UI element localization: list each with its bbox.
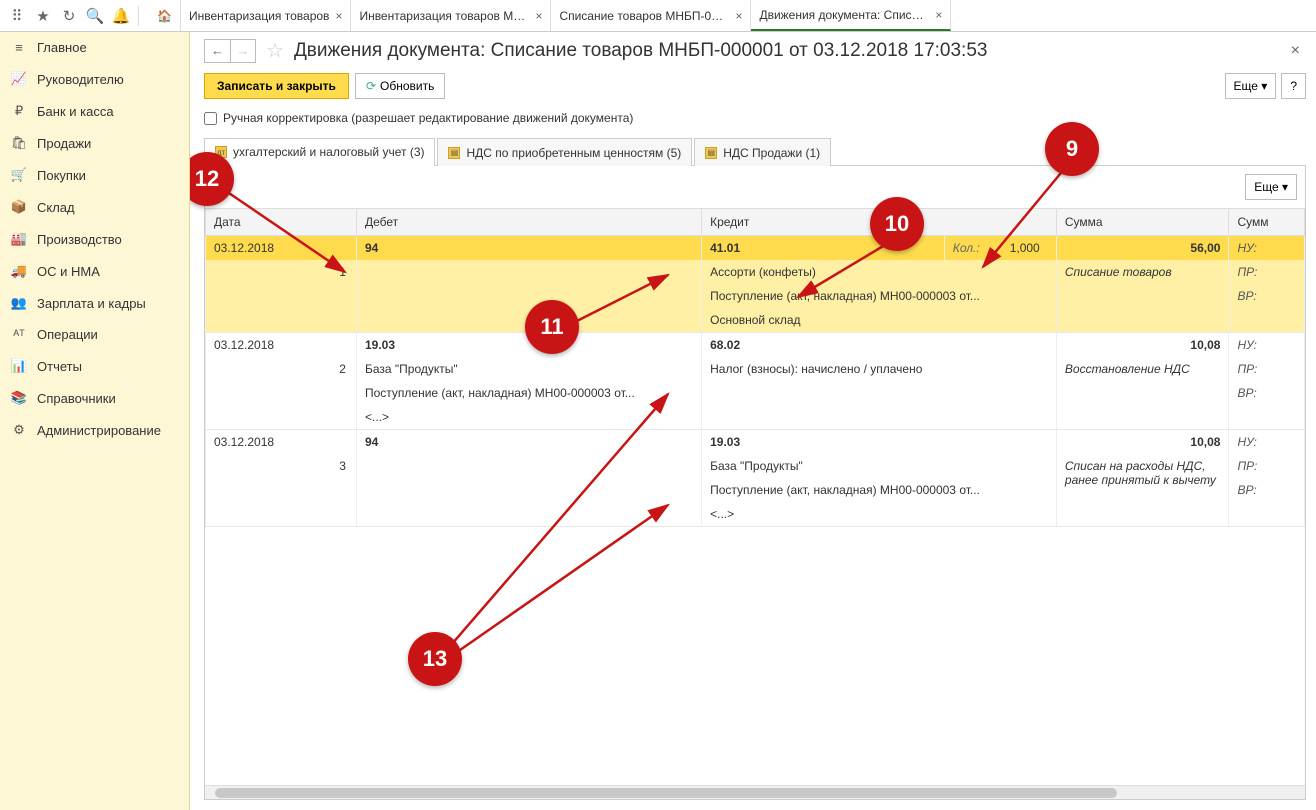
ledger-icon: дт: [215, 146, 227, 158]
sidebar-item-reports[interactable]: 📊Отчеты: [0, 350, 189, 382]
table-row[interactable]: Поступление (акт, накладная) МН00-000003…: [206, 381, 1305, 405]
sidebar-item-purchases[interactable]: 🛒Покупки: [0, 159, 189, 191]
cart-icon: 🛒: [10, 167, 28, 183]
table-more-button[interactable]: Еще ▾: [1245, 174, 1297, 200]
books-icon: 📚: [10, 390, 28, 406]
home-tab[interactable]: 🏠: [149, 0, 181, 31]
horizontal-scrollbar[interactable]: [205, 785, 1305, 799]
tab-0[interactable]: Инвентаризация товаров×: [181, 0, 351, 31]
sidebar-item-bank[interactable]: ₽Банк и касса: [0, 95, 189, 127]
bar-icon: 📊: [10, 358, 28, 374]
content-area: ← → ☆ Движения документа: Списание товар…: [190, 32, 1316, 810]
menu-icon: ≡: [10, 40, 28, 55]
manual-correction-checkbox[interactable]: [204, 112, 217, 125]
top-toolbar: ⠿ ★ ↻ 🔍 🔔 🏠 Инвентаризация товаров× Инве…: [0, 0, 1316, 32]
search-icon[interactable]: 🔍: [83, 4, 107, 28]
sidebar-item-production[interactable]: 🏭Производство: [0, 223, 189, 255]
star-icon[interactable]: ★: [31, 4, 55, 28]
bell-icon[interactable]: 🔔: [109, 4, 133, 28]
bag-icon: 🛍: [10, 135, 28, 151]
table-row[interactable]: 03.12.2018 19.03 68.02 10,08 НУ:: [206, 333, 1305, 358]
box-icon: 📦: [10, 199, 28, 215]
sidebar: ≡Главное 📈Руководителю ₽Банк и касса 🛍Пр…: [0, 32, 190, 810]
apps-icon[interactable]: ⠿: [5, 4, 29, 28]
close-icon[interactable]: ×: [935, 8, 942, 22]
table-row[interactable]: <...>: [206, 502, 1305, 527]
sidebar-item-hr[interactable]: 👥Зарплата и кадры: [0, 287, 189, 319]
grid-header-row: Дата Дебет Кредит Сумма Сумм: [206, 209, 1305, 236]
close-button[interactable]: ×: [1285, 42, 1306, 60]
tab-1[interactable]: Инвентаризация товаров МНБП-000002 о...×: [351, 0, 551, 31]
movements-grid[interactable]: Дата Дебет Кредит Сумма Сумм 03.12.2018 …: [205, 208, 1305, 785]
sidebar-item-warehouse[interactable]: 📦Склад: [0, 191, 189, 223]
ledger-icon: ᴬᵀ: [10, 327, 28, 342]
refresh-icon: ⟳: [366, 79, 376, 93]
table-row[interactable]: Поступление (акт, накладная) МН00-000003…: [206, 284, 1305, 308]
inner-tab-accounting[interactable]: дтухгалтерский и налоговый учет (3): [204, 138, 435, 166]
back-button[interactable]: ←: [204, 39, 230, 63]
sheet-icon: ▤: [448, 147, 460, 159]
refresh-button[interactable]: ⟳Обновить: [355, 73, 445, 99]
sidebar-item-assets[interactable]: 🚚ОС и НМА: [0, 255, 189, 287]
sidebar-item-admin[interactable]: ⚙Администрирование: [0, 414, 189, 446]
gear-icon: ⚙: [10, 422, 28, 438]
table-row[interactable]: 3 База "Продукты" Списан на расходы НДС,…: [206, 454, 1305, 478]
save-close-button[interactable]: Записать и закрыть: [204, 73, 349, 99]
sidebar-item-main[interactable]: ≡Главное: [0, 32, 189, 63]
sidebar-item-refs[interactable]: 📚Справочники: [0, 382, 189, 414]
close-icon[interactable]: ×: [535, 9, 542, 23]
table-row[interactable]: Основной склад: [206, 308, 1305, 333]
favorite-icon[interactable]: ☆: [266, 38, 284, 63]
sidebar-item-operations[interactable]: ᴬᵀОперации: [0, 319, 189, 350]
sidebar-item-manager[interactable]: 📈Руководителю: [0, 63, 189, 95]
table-row[interactable]: 03.12.2018 94 19.03 10,08 НУ:: [206, 430, 1305, 455]
history-icon[interactable]: ↻: [57, 4, 81, 28]
checkbox-label: Ручная корректировка (разрешает редактир…: [223, 111, 633, 125]
help-button[interactable]: ?: [1281, 73, 1306, 99]
close-icon[interactable]: ×: [735, 9, 742, 23]
table-row[interactable]: 2 База "Продукты" Налог (взносы): начисл…: [206, 357, 1305, 381]
ruble-icon: ₽: [10, 103, 28, 119]
truck-icon: 🚚: [10, 263, 28, 279]
inner-tab-vat-sales[interactable]: ▤НДС Продажи (1): [694, 138, 831, 166]
tab-3[interactable]: Движения документа: Списание товаров...×: [751, 0, 951, 31]
tab-2[interactable]: Списание товаров МНБП-000001 от 03.1...×: [551, 0, 751, 31]
more-button[interactable]: Еще ▾: [1225, 73, 1277, 99]
inner-tab-vat-in[interactable]: ▤НДС по приобретенным ценностям (5): [437, 138, 692, 166]
factory-icon: 🏭: [10, 231, 28, 247]
table-row[interactable]: 03.12.2018 94 41.01 Кол.: 1,000 56,00 НУ…: [206, 236, 1305, 261]
sheet-icon: ▤: [705, 147, 717, 159]
table-row[interactable]: <...>: [206, 405, 1305, 430]
sidebar-item-sales[interactable]: 🛍Продажи: [0, 127, 189, 159]
chart-icon: 📈: [10, 71, 28, 87]
page-title: Движения документа: Списание товаров МНБ…: [294, 40, 988, 62]
forward-button[interactable]: →: [230, 39, 256, 63]
table-row[interactable]: 1 Ассорти (конфеты) Списание товаров ПР:: [206, 260, 1305, 284]
people-icon: 👥: [10, 295, 28, 311]
close-icon[interactable]: ×: [335, 9, 342, 23]
